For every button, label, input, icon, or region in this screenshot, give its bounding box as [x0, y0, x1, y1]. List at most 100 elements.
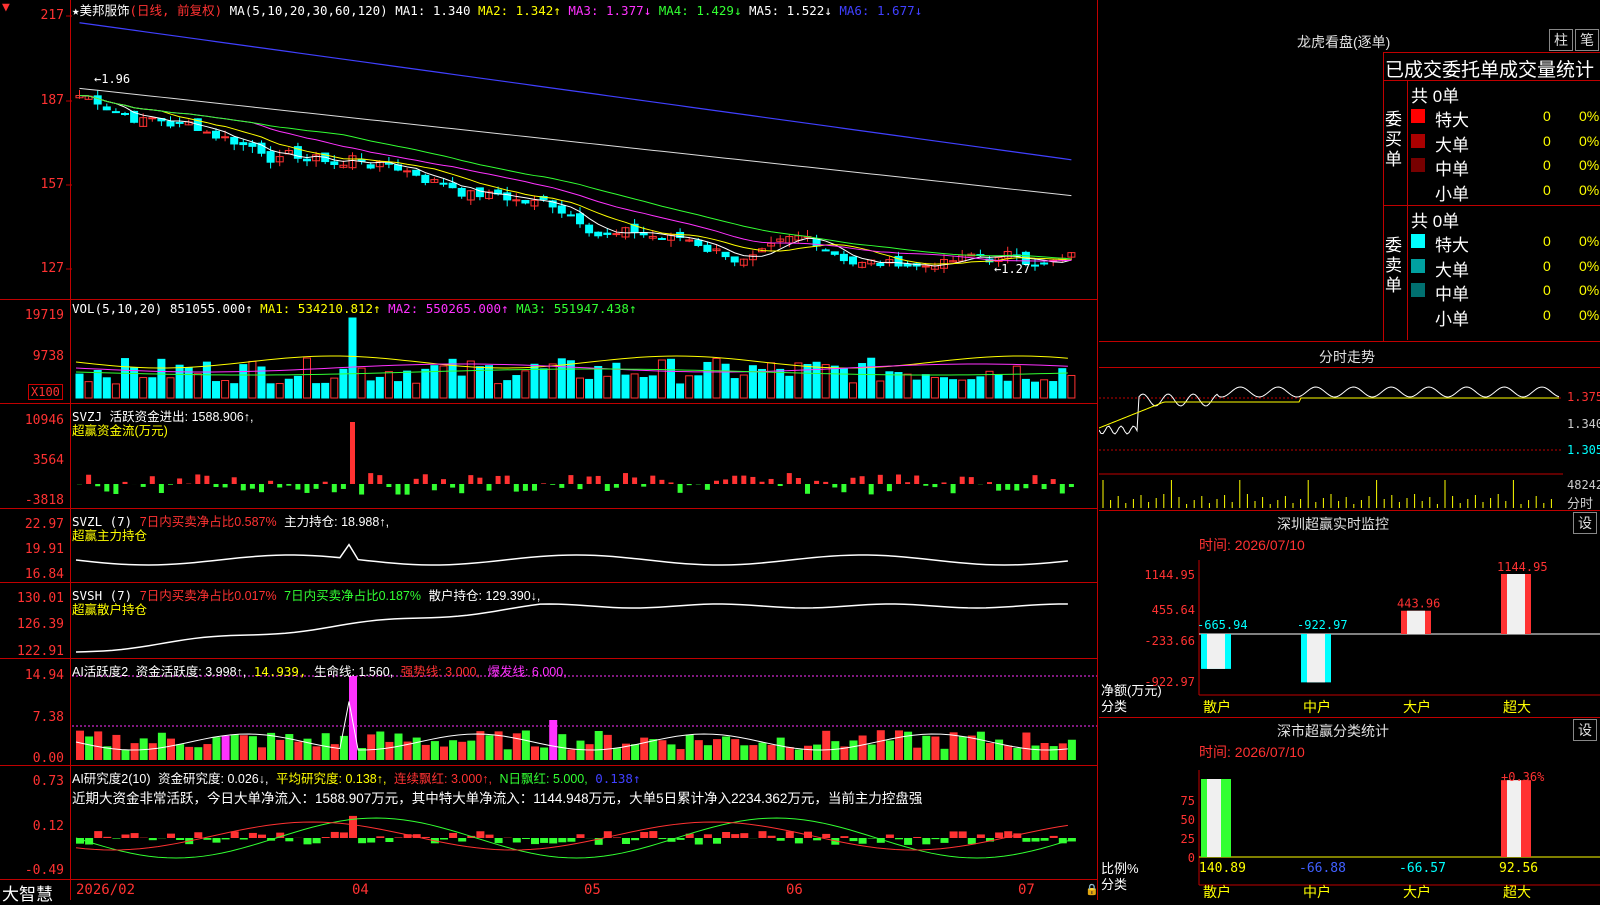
ai2-bar: [813, 838, 821, 840]
date-label: 04: [352, 882, 369, 898]
svzj-bar: [113, 484, 118, 494]
vol-bar: [431, 366, 438, 398]
candle-body: [822, 250, 829, 251]
ai2-bar: [577, 834, 585, 838]
vol-bar: [977, 377, 984, 398]
ai2-bar: [777, 838, 785, 841]
candle-body: [595, 232, 602, 236]
vol-bar: [1032, 382, 1039, 398]
monitor-bar-label: -665.94: [1197, 618, 1248, 632]
ai1-bar: [85, 736, 93, 760]
ai2-bar: [167, 834, 175, 838]
ai1-p2: 14.939,: [254, 664, 307, 679]
vol-bar: [495, 384, 502, 398]
vol-bar: [158, 359, 165, 398]
candle-body: [840, 254, 847, 260]
kline-svg[interactable]: [0, 0, 1098, 900]
svzj-bar: [1069, 484, 1074, 487]
svzj-bar: [669, 482, 674, 484]
stock-mode: (日线, 前复权): [130, 3, 223, 18]
main-chart-area[interactable]: ★美邦服饰(日线, 前复权) MA(5,10,20,30,60,120) MA1…: [0, 0, 1098, 900]
ai1-bar: [977, 732, 985, 760]
ai2-bar: [913, 837, 921, 838]
lock-icon[interactable]: 🔒: [1085, 883, 1099, 896]
ma1-value: MA1: 1.340: [395, 3, 470, 18]
ai2-line: [76, 822, 1068, 850]
vol-ytick: 19719: [0, 308, 64, 323]
ai1-p3: 生命线: 1.560,: [314, 665, 393, 679]
svzj-bar: [359, 484, 364, 495]
candle-body: [404, 171, 411, 172]
ai2-bar: [822, 834, 830, 838]
svzl-line: [76, 545, 1068, 565]
ma5-value: MA5: 1.522↓: [749, 3, 832, 18]
ai1-bar: [831, 741, 839, 760]
candle-body: [522, 201, 529, 203]
vol-bar: [349, 318, 356, 398]
classify-bar-label: -66.57: [1399, 861, 1446, 876]
ai2-bar: [786, 831, 794, 838]
ma3-value: MA3: 1.377↓: [568, 3, 651, 18]
svzj-bar: [1005, 484, 1010, 490]
ai2-bar: [203, 838, 211, 840]
ai1-p4: 强势线: 3.000,: [401, 665, 480, 679]
vol-bar: [376, 377, 383, 398]
ai1-bar: [1022, 733, 1030, 760]
ai2-bar: [722, 832, 730, 838]
ai2-bar: [713, 838, 721, 844]
candle-body: [94, 96, 101, 104]
ai1-bar: [922, 736, 930, 760]
candle-body: [213, 131, 220, 138]
svzj-bar: [887, 484, 892, 491]
ai2-p4: N日飘红: 5.000,: [499, 772, 587, 786]
ai1-bar: [859, 735, 867, 760]
svzj-bar: [641, 484, 646, 487]
svzl-p2: 主力持仓: 18.988↑,: [284, 515, 389, 529]
candle-body: [249, 143, 256, 146]
svzj-bar: [332, 484, 337, 492]
svzj-bar: [323, 482, 328, 484]
ai1-bar: [595, 731, 603, 760]
ai2-bar: [540, 838, 548, 843]
svzj-bar: [204, 476, 209, 484]
ai1-bar: [713, 739, 721, 760]
ai1-bar: [895, 730, 903, 760]
svzj-bar: [841, 484, 846, 492]
vol-bar: [540, 369, 547, 398]
ai2-bar: [977, 834, 985, 838]
vol-ma3: MA3: 551947.438↑: [516, 301, 636, 316]
svzj-bar: [477, 478, 482, 484]
candle-body: [413, 170, 420, 175]
candle-body: [695, 240, 702, 245]
svsh-ytick: 126.39: [0, 617, 64, 632]
ai1-bar: [240, 735, 248, 760]
vol-legend: VOL(5,10,20) 851055.000↑ MA1: 534210.812…: [72, 301, 637, 316]
ai2-bar: [513, 838, 521, 842]
vol-bar: [513, 376, 520, 398]
ai1-bar: [995, 740, 1003, 760]
ai2-bar: [859, 838, 867, 844]
vol-bar: [367, 381, 374, 398]
vol-bar: [777, 369, 784, 398]
intraday-avg-line: [1099, 398, 1559, 428]
ai1-bar: [649, 739, 657, 760]
ai1-bar: [959, 736, 967, 760]
classify-category: 大户: [1403, 884, 1431, 900]
vol-bar: [704, 362, 711, 398]
svzj-bar: [377, 475, 382, 484]
svzj-bar: [468, 475, 473, 484]
ai1-bar: [313, 746, 321, 760]
svzj-bar: [778, 484, 783, 486]
vol-bar: [522, 371, 529, 398]
ai2-bar: [331, 832, 339, 838]
high-price-mark: ←1.96: [94, 72, 130, 86]
ai2-bar: [112, 838, 120, 839]
price-ytick: 187: [0, 93, 64, 108]
ai1-bar: [1041, 743, 1049, 760]
svzj-bar: [532, 484, 537, 491]
svzj-bar: [459, 484, 464, 493]
monitor-ytick: 1144.95: [1144, 568, 1195, 582]
vol-bar: [76, 374, 83, 398]
svzj-bar: [514, 484, 519, 492]
ai2-bar: [631, 838, 639, 840]
